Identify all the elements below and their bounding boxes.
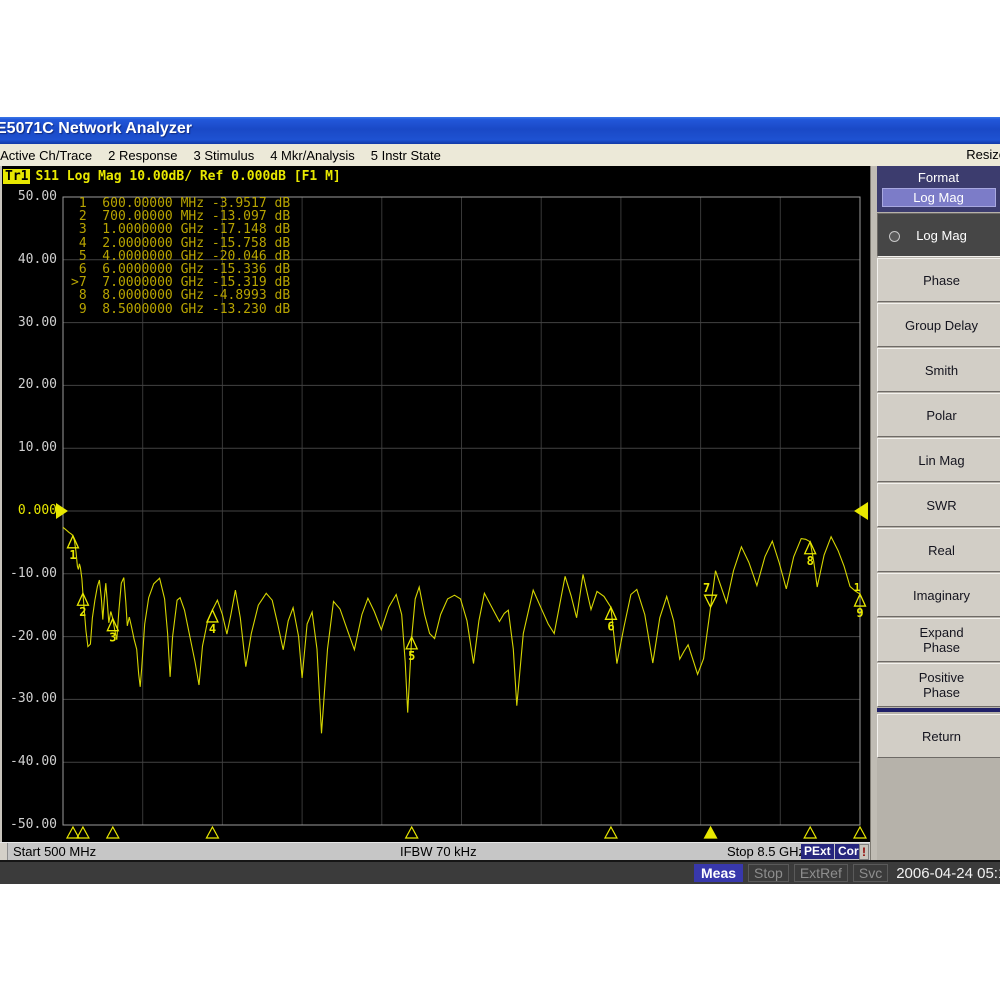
menu-item-1[interactable]: 1 Active Ch/Trace — [0, 148, 92, 163]
y-axis-label: 40.00 — [8, 252, 57, 267]
instrument-screen: 1 2 3 4 5 6 7 8 9 1 Tr1 S11 Log Mag 10.00dB/ Ref 0… — [0, 166, 870, 842]
cor-badge: Cor — [835, 844, 862, 859]
softkey-menu-title: Format — [877, 170, 1000, 185]
channel-status-bar: Start 500 MHz IFBW 70 kHz Stop 8.5 GHz P… — [0, 842, 870, 860]
reference-level-marker-left — [56, 503, 68, 519]
y-axis-label: -50.00 — [8, 817, 57, 832]
softkey-positive-phase[interactable]: Positive Phase — [877, 663, 1000, 707]
stop-indicator: Stop — [748, 864, 789, 882]
softkey-real[interactable]: Real — [877, 528, 1000, 572]
ifbw-value: IFBW 70 kHz — [400, 844, 477, 859]
y-axis-reference-label: 0.000 — [8, 503, 57, 518]
y-axis-label: -40.00 — [8, 754, 57, 769]
trace-status-line: Tr1 S11 Log Mag 10.00dB/ Ref 0.000dB [F1 … — [3, 169, 341, 184]
y-axis-label: 30.00 — [8, 315, 57, 330]
menu-items: 1 Active Ch/Trace 2 Response 3 Stimulus 4 M… — [0, 144, 441, 166]
sidebar-scroll-strip[interactable] — [870, 166, 877, 860]
y-axis-label: -20.00 — [8, 629, 57, 644]
marker-number: 4 — [209, 622, 216, 636]
softkey-expand-phase[interactable]: Expand Phase — [877, 618, 1000, 662]
status-indicators: Meas Stop ExtRef Svc 2006-04-24 05:10 — [694, 864, 1000, 882]
menu-item-5[interactable]: 5 Instr State — [371, 148, 441, 163]
stimulus-marker — [854, 827, 866, 838]
stimulus-marker — [406, 827, 418, 838]
stimulus-marker — [605, 827, 617, 838]
meas-indicator: Meas — [694, 864, 743, 882]
stop-frequency: Stop 8.5 GHz — [727, 844, 805, 859]
menu-item-3[interactable]: 3 Stimulus — [194, 148, 255, 163]
marker-extra-label: 1 — [854, 581, 861, 594]
marker-number: 9 — [856, 606, 863, 620]
softkey-log-mag[interactable]: Log Mag — [877, 213, 1000, 257]
softkey-menu-header: Format Log Mag — [877, 166, 1000, 212]
marker-number: 2 — [79, 605, 86, 619]
extref-indicator: ExtRef — [794, 864, 848, 882]
warning-badge: ! — [859, 844, 869, 860]
softkey-buttons: Log MagPhaseGroup DelaySmithPolarLin Mag… — [877, 213, 1000, 759]
start-frequency: Start 500 MHz — [13, 844, 96, 859]
y-axis-label: 10.00 — [8, 440, 57, 455]
softkey-current-value: Log Mag — [882, 188, 996, 207]
radio-indicator — [889, 231, 900, 242]
datetime: 2006-04-24 05:10 — [896, 865, 1000, 882]
statusbar-notch — [0, 843, 8, 860]
softkey-imaginary[interactable]: Imaginary — [877, 573, 1000, 617]
softkey-return[interactable]: Return — [877, 714, 1000, 758]
marker-table: 1 600.00000 MHz -3.9517 dB 2 700.00000 M… — [71, 197, 290, 316]
softkey-divider — [877, 708, 1000, 712]
menu-resize[interactable]: Resize — [966, 147, 1000, 162]
stimulus-marker-active — [705, 827, 717, 838]
y-axis-label: 20.00 — [8, 377, 57, 392]
softkey-phase[interactable]: Phase — [877, 258, 1000, 302]
stimulus-marker — [107, 827, 119, 838]
marker-number: 3 — [109, 631, 116, 645]
softkey-polar[interactable]: Polar — [877, 393, 1000, 437]
window-title: E5071C Network Analyzer — [0, 120, 192, 138]
active-marker-number: 7 — [703, 581, 710, 595]
analyzer-window: E5071C Network Analyzer 1 Active Ch/Trac… — [0, 117, 1000, 884]
window-titlebar[interactable]: E5071C Network Analyzer — [0, 117, 1000, 144]
trace-status-text: S11 Log Mag 10.00dB/ Ref 0.000dB [F1 M] — [35, 169, 340, 184]
menu-item-2[interactable]: 2 Response — [108, 148, 177, 163]
svc-indicator: Svc — [853, 864, 888, 882]
softkey-sidebar: Format Log Mag Log MagPhaseGroup DelaySm… — [870, 166, 1000, 860]
pext-badge: PExt — [801, 844, 834, 859]
stimulus-marker — [206, 827, 218, 838]
softkey-swr[interactable]: SWR — [877, 483, 1000, 527]
y-axis-label: -30.00 — [8, 691, 57, 706]
softkey-lin-mag[interactable]: Lin Mag — [877, 438, 1000, 482]
marker-number: 1 — [69, 548, 76, 562]
marker-number: 6 — [607, 619, 614, 633]
y-axis-label: -10.00 — [8, 566, 57, 581]
marker-number: 5 — [408, 649, 415, 663]
page: E5071C Network Analyzer 1 Active Ch/Trac… — [0, 0, 1000, 1000]
menu-item-4[interactable]: 4 Mkr/Analysis — [270, 148, 355, 163]
reference-level-marker-right — [854, 502, 868, 520]
stimulus-marker — [804, 827, 816, 838]
trace1-badge: Tr1 — [3, 169, 30, 184]
softkey-smith[interactable]: Smith — [877, 348, 1000, 392]
y-axis-label: 50.00 — [8, 189, 57, 204]
instrument-status-bar: Meas Stop ExtRef Svc 2006-04-24 05:10 — [0, 860, 1000, 884]
softkey-group-delay[interactable]: Group Delay — [877, 303, 1000, 347]
menu-bar: 1 Active Ch/Trace 2 Response 3 Stimulus 4 M… — [0, 144, 1000, 167]
marker-number: 8 — [807, 554, 814, 568]
